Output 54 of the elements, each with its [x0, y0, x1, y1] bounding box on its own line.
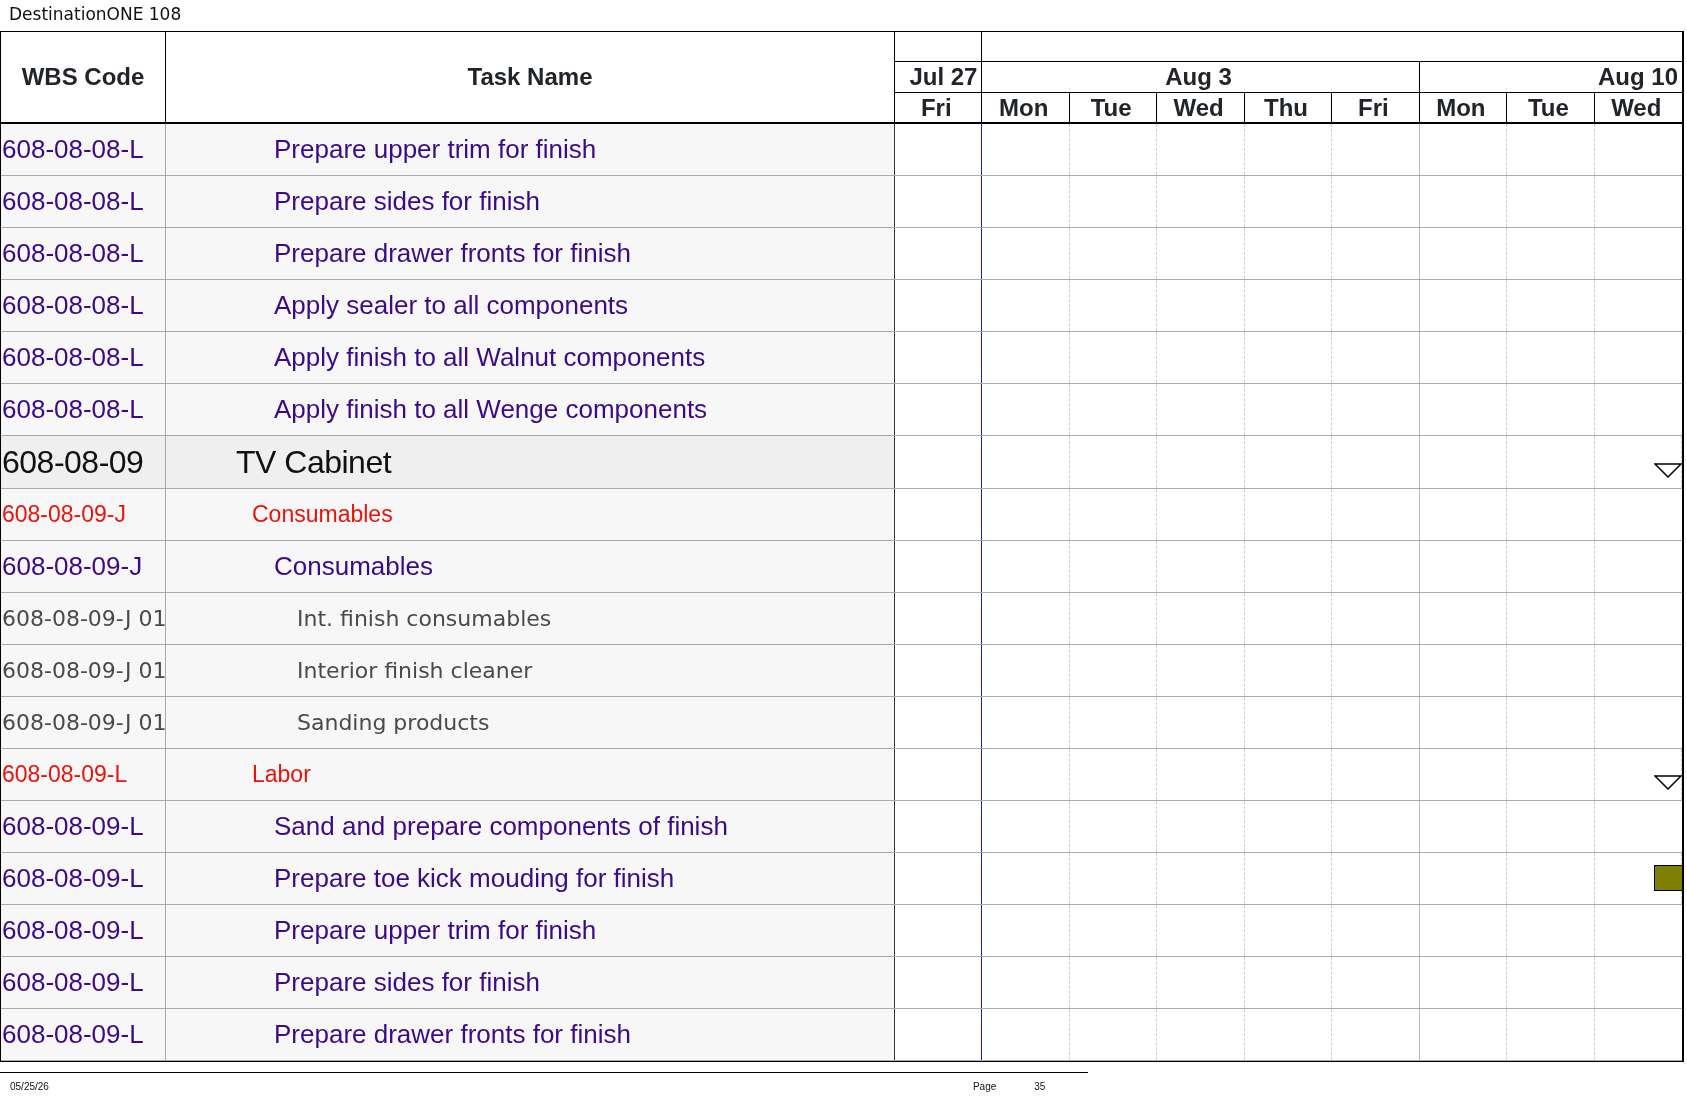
wbs-code: 608-08-09-J [1, 500, 127, 530]
day-label: Tue [1507, 93, 1595, 122]
wbs-code: 608-08-08-L [1, 133, 144, 166]
day-label: Thu [1244, 93, 1333, 122]
day-label: Wed [1610, 93, 1663, 122]
task-name: Sand and prepare components of finish [274, 810, 728, 843]
task-name: Apply finish to all Wenge components [274, 393, 708, 426]
task-name: Consumables [252, 500, 393, 530]
day-label: Fri [895, 93, 983, 122]
wbs-code: 608-08-09-L [1, 810, 144, 843]
print-date: 05/25/26 [10, 1080, 49, 1094]
task-name: Int. finish consumables [297, 605, 552, 633]
wbs-code: 608-08-08-L [1, 341, 144, 374]
wbs-code: 608-08-09-L [1, 760, 128, 790]
month-label: Jul 27 [895, 62, 983, 92]
wbs-code: 608-08-09-J 01 [1, 657, 165, 685]
wbs-code: 608-08-09-L [1, 862, 144, 895]
day-label: Mon [982, 93, 1070, 122]
task-name: Apply finish to all Walnut components [274, 341, 706, 374]
day-label: Wed [1157, 93, 1245, 122]
task-name: Prepare sides for finish [274, 966, 540, 999]
wbs-code: 608-08-09-L [1, 1018, 144, 1051]
task-name: Prepare sides for finish [274, 185, 540, 218]
wbs-code: 608-08-08-L [1, 289, 144, 322]
month-label: Aug 3 [982, 62, 1420, 92]
task-name: Prepare toe kick mouding for finish [274, 862, 675, 895]
task-name: Prepare upper trim for finish [274, 133, 597, 166]
wbs-code: 608-08-09-L [1, 966, 144, 999]
task-name: TV Cabinet [236, 443, 392, 482]
task-name: Prepare upper trim for finish [274, 914, 597, 947]
wbs-code: 608-08-09-J [1, 550, 143, 583]
task-name: Consumables [274, 550, 433, 583]
column-header: Task Name [166, 32, 895, 122]
day-label: Fri [1332, 93, 1420, 122]
page-label: Page [972, 1080, 997, 1094]
wbs-code: 608-08-08-L [1, 185, 144, 218]
day-label: Tue [1069, 93, 1158, 122]
wbs-code: 608-08-09-L [1, 914, 144, 947]
page-number: 35 [1034, 1080, 1046, 1094]
column-header: WBS Code [1, 32, 166, 122]
month-label: Aug 10 [1597, 62, 1679, 92]
task-name: Labor [252, 760, 311, 790]
task-name: Prepare drawer fronts for finish [274, 237, 631, 270]
task-name: Apply sealer to all components [274, 289, 629, 322]
task-name: Sanding products [297, 709, 490, 737]
document-title: DestinationONE 108 [9, 3, 182, 26]
wbs-code: 608-08-08-L [1, 393, 144, 426]
wbs-code: 608-08-09-J 01 [1, 605, 165, 633]
wbs-code: 608-08-09 [1, 443, 144, 482]
task-name: Interior finish cleaner [297, 657, 533, 685]
wbs-code: 608-08-08-L [1, 237, 144, 270]
wbs-code: 608-08-09-J 01 [1, 709, 165, 737]
task-name: Prepare drawer fronts for finish [274, 1018, 631, 1051]
day-label: Mon [1419, 93, 1508, 122]
